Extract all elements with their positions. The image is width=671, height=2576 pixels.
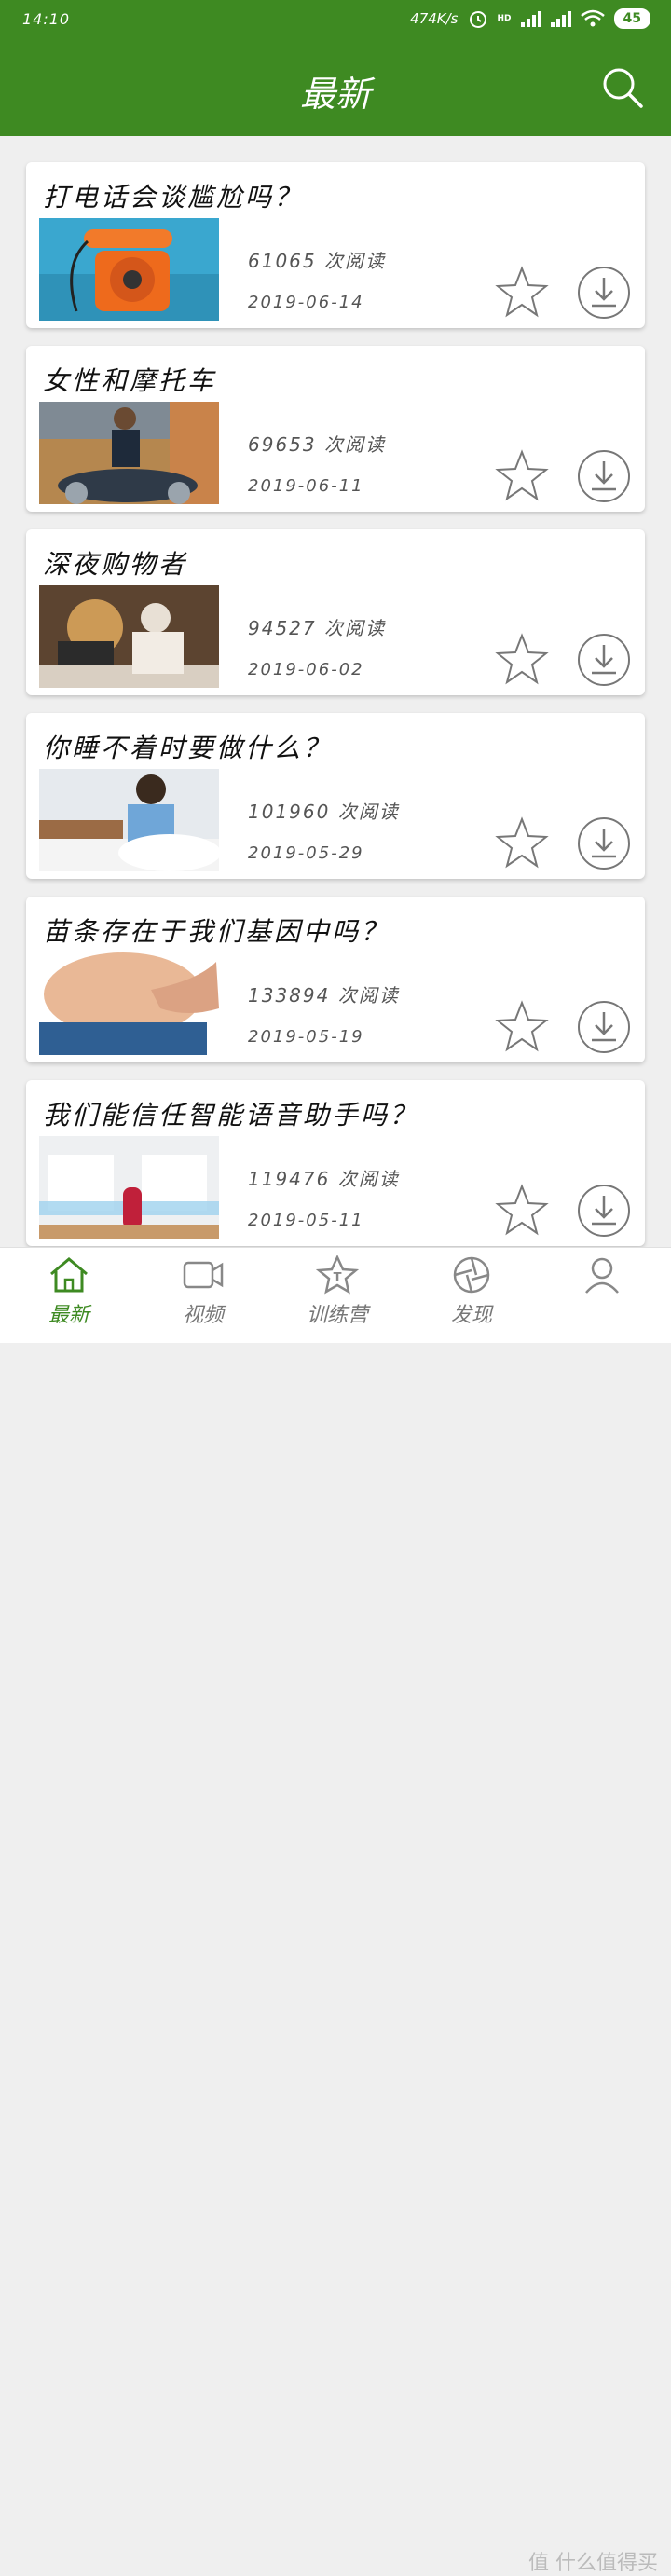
search-icon[interactable] bbox=[600, 65, 645, 110]
status-time: 14:10 bbox=[22, 10, 71, 28]
favorite-star-icon[interactable] bbox=[494, 632, 550, 688]
favorite-star-icon[interactable] bbox=[494, 815, 550, 871]
article-list: 打电话会谈尴尬吗？ 61065 次阅读 2019-06-14 女性和摩托车 69… bbox=[26, 162, 645, 1264]
article-title: 女性和摩托车 bbox=[43, 365, 217, 396]
article-card[interactable]: 深夜购物者 94527 次阅读 2019-06-02 bbox=[26, 529, 645, 695]
battery-indicator: 45 bbox=[613, 8, 650, 29]
alarm-icon bbox=[469, 11, 486, 28]
svg-text:T: T bbox=[334, 1271, 342, 1285]
publish-date: 2019-05-29 bbox=[248, 843, 364, 863]
page-title: 最新 bbox=[299, 74, 371, 115]
publish-date: 2019-06-02 bbox=[248, 660, 364, 679]
nav-item-video[interactable]: 视频 bbox=[136, 1255, 270, 1341]
publish-date: 2019-06-14 bbox=[248, 293, 364, 312]
article-thumbnail bbox=[39, 952, 219, 1055]
article-thumbnail bbox=[39, 585, 219, 688]
aperture-icon bbox=[453, 1256, 490, 1294]
wifi-icon bbox=[580, 9, 605, 27]
nav-label: 最新 bbox=[48, 1304, 89, 1327]
download-icon[interactable] bbox=[576, 815, 632, 871]
read-count: 133894 次阅读 bbox=[248, 984, 400, 1007]
nav-item-training[interactable]: T 训练营 bbox=[270, 1255, 404, 1341]
favorite-star-icon[interactable] bbox=[494, 999, 550, 1055]
article-card[interactable]: 我们能信任智能语音助手吗？ 119476 次阅读 2019-05-11 bbox=[26, 1080, 645, 1246]
app-bar: 最新 bbox=[0, 41, 671, 136]
hd-badge: HD bbox=[497, 14, 512, 23]
nav-label: 视频 bbox=[182, 1304, 224, 1327]
status-bar: 14:10 474K/s HD 45 bbox=[0, 0, 671, 41]
favorite-star-icon[interactable] bbox=[494, 1183, 550, 1239]
read-count: 119476 次阅读 bbox=[248, 1168, 400, 1190]
read-count: 94527 次阅读 bbox=[248, 617, 386, 639]
favorite-star-icon[interactable] bbox=[494, 265, 550, 321]
article-card[interactable]: 女性和摩托车 69653 次阅读 2019-06-11 bbox=[26, 346, 645, 512]
nav-item-latest[interactable]: 最新 bbox=[2, 1255, 136, 1341]
article-card[interactable]: 苗条存在于我们基因中吗？ 133894 次阅读 2019-05-19 bbox=[26, 897, 645, 1062]
download-icon[interactable] bbox=[576, 632, 632, 688]
read-count: 61065 次阅读 bbox=[248, 250, 386, 272]
article-card[interactable]: 打电话会谈尴尬吗？ 61065 次阅读 2019-06-14 bbox=[26, 162, 645, 328]
download-icon[interactable] bbox=[576, 265, 632, 321]
status-icons: 474K/s HD 45 bbox=[410, 8, 650, 29]
article-thumbnail bbox=[39, 1136, 219, 1239]
article-title: 我们能信任智能语音助手吗？ bbox=[43, 1100, 419, 1130]
publish-date: 2019-05-11 bbox=[248, 1211, 364, 1230]
nav-label: 训练营 bbox=[306, 1304, 368, 1327]
star-t-icon: T bbox=[316, 1255, 359, 1295]
nav-item-discover[interactable]: 发现 bbox=[404, 1255, 539, 1341]
watermark: 值 什么值得买 bbox=[528, 2552, 658, 2575]
download-icon[interactable] bbox=[576, 1183, 632, 1239]
download-icon[interactable] bbox=[576, 999, 632, 1055]
nav-label: 发现 bbox=[450, 1304, 492, 1327]
publish-date: 2019-05-19 bbox=[248, 1027, 364, 1047]
video-icon bbox=[183, 1261, 224, 1289]
bottom-navigation: 最新 视频 T 训练营 发现 值 什么值得买 bbox=[0, 1247, 671, 2575]
favorite-star-icon[interactable] bbox=[494, 448, 550, 504]
user-icon bbox=[585, 1257, 619, 1294]
article-title: 苗条存在于我们基因中吗？ bbox=[43, 916, 390, 947]
signal-icon bbox=[520, 10, 541, 27]
home-icon bbox=[50, 1257, 88, 1293]
signal-icon-2 bbox=[550, 10, 571, 27]
article-thumbnail bbox=[39, 769, 219, 871]
download-icon[interactable] bbox=[576, 448, 632, 504]
article-title: 深夜购物者 bbox=[43, 549, 188, 580]
article-title: 打电话会谈尴尬吗？ bbox=[43, 182, 304, 212]
article-thumbnail bbox=[39, 218, 219, 321]
article-title: 你睡不着时要做什么？ bbox=[43, 733, 333, 763]
read-count: 101960 次阅读 bbox=[248, 801, 400, 823]
article-card[interactable]: 你睡不着时要做什么？ 101960 次阅读 2019-05-29 bbox=[26, 713, 645, 879]
nav-item-profile[interactable] bbox=[535, 1255, 669, 1341]
read-count: 69653 次阅读 bbox=[248, 433, 386, 456]
article-thumbnail bbox=[39, 402, 219, 504]
network-speed: 474K/s bbox=[410, 10, 459, 27]
publish-date: 2019-06-11 bbox=[248, 476, 364, 496]
